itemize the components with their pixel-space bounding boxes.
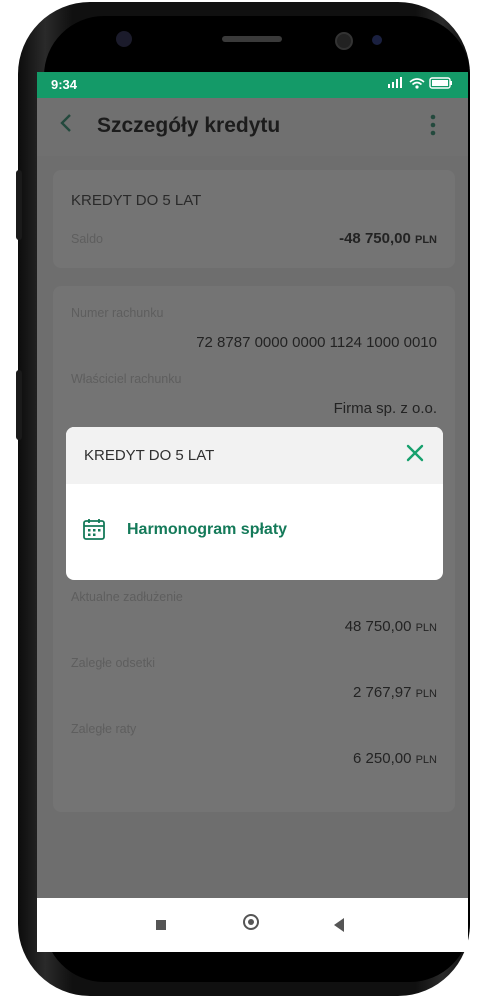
volume-button <box>16 170 22 240</box>
balance-label: Saldo <box>71 232 103 246</box>
system-back-button[interactable] <box>334 918 344 932</box>
current-debt-value: 48 750,00 PLN <box>345 618 437 635</box>
screen: 9:34 Szczegóły kredytu KREDYT DO 5 LAT S… <box>37 72 468 952</box>
front-camera-icon <box>116 31 132 47</box>
overdue-interest-value: 2 767,97 PLN <box>353 684 437 701</box>
system-nav-bar <box>37 898 468 952</box>
current-debt-currency: PLN <box>415 622 437 634</box>
current-debt-label: Aktualne zadłużenie <box>71 590 183 604</box>
overdue-interest-label: Zaległe odsetki <box>71 656 156 670</box>
more-menu-button[interactable] <box>430 114 436 140</box>
app-bar: Szczegóły kredytu <box>37 98 468 156</box>
overdue-interest-currency: PLN <box>415 688 437 700</box>
loan-summary-card[interactable]: KREDYT DO 5 LAT Saldo -48 750,00 PLN <box>53 170 455 268</box>
earpiece-speaker <box>222 36 282 42</box>
close-icon <box>406 444 424 462</box>
proximity-sensor-icon <box>372 35 382 45</box>
owner-label: Właściciel rachunku <box>71 372 182 386</box>
status-bar: 9:34 <box>37 72 468 98</box>
power-button <box>16 370 22 440</box>
overdue-installments-currency: PLN <box>415 754 437 766</box>
repayment-schedule-label: Harmonogram spłaty <box>127 521 288 538</box>
repayment-schedule-item[interactable]: Harmonogram spłaty <box>66 484 443 580</box>
overdue-installments-label: Zaległe raty <box>71 722 137 736</box>
back-button[interactable] <box>59 112 73 138</box>
recent-apps-button[interactable] <box>156 920 166 930</box>
actions-dialog: KREDYT DO 5 LAT Harmonogram spłaty <box>66 427 443 580</box>
current-debt-amount: 48 750,00 <box>344 618 412 635</box>
owner-value: Firma sp. z o.o. <box>333 400 437 417</box>
signal-wifi-battery-icon <box>388 77 452 89</box>
dialog-header: KREDYT DO 5 LAT <box>66 427 443 484</box>
balance-currency: PLN <box>415 234 437 246</box>
overdue-installments-value: 6 250,00 PLN <box>353 750 437 767</box>
account-number-value: 72 8787 0000 0000 1124 1000 0010 <box>196 334 437 351</box>
home-button[interactable] <box>243 914 259 930</box>
account-number-label: Numer rachunku <box>71 306 164 320</box>
status-time: 9:34 <box>51 77 78 92</box>
calendar-icon <box>83 519 105 540</box>
dialog-title: KREDYT DO 5 LAT <box>84 447 215 464</box>
page-title: Szczegóły kredytu <box>97 114 281 137</box>
chevron-left-icon <box>60 114 71 132</box>
more-vertical-icon <box>430 114 436 136</box>
overdue-interest-amount: 2 767,97 <box>353 684 412 701</box>
balance-amount: -48 750,00 <box>339 230 411 247</box>
close-button[interactable] <box>403 441 427 465</box>
overdue-installments-amount: 6 250,00 <box>353 750 412 767</box>
status-icons <box>384 76 454 93</box>
sensor-icon <box>335 32 353 50</box>
loan-name: KREDYT DO 5 LAT <box>71 192 202 209</box>
balance-value: -48 750,00 PLN <box>339 230 437 247</box>
